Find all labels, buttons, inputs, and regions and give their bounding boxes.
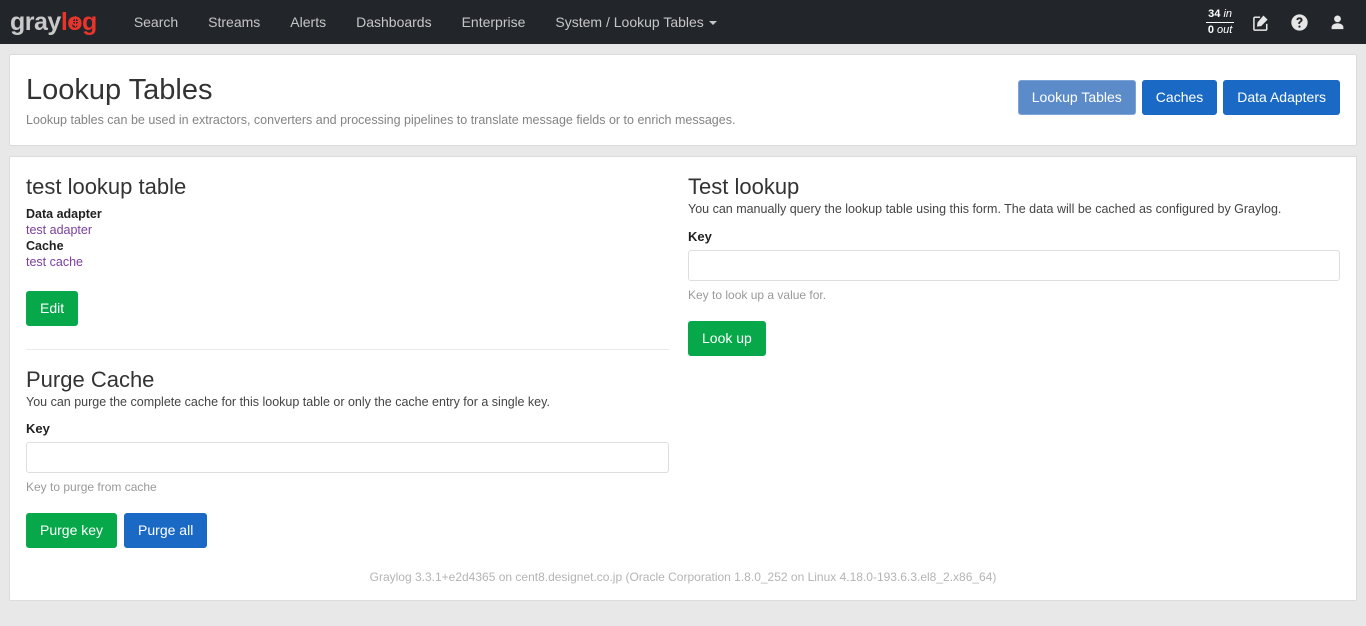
purge-cache-title: Purge Cache bbox=[26, 366, 155, 392]
nav-item-dashboards-label: Dashboards bbox=[356, 14, 432, 30]
throughput-in-unit: in bbox=[1223, 8, 1232, 21]
purge-key-label: Key bbox=[26, 421, 50, 437]
cache-link[interactable]: test cache bbox=[26, 255, 669, 271]
nav-item-alerts-label: Alerts bbox=[290, 14, 327, 30]
nav-item-enterprise-label: Enterprise bbox=[461, 14, 526, 30]
lookup-tables-button[interactable]: Lookup Tables bbox=[1017, 80, 1136, 115]
purge-button-row: Purge key Purge all bbox=[26, 513, 669, 549]
test-lookup-description: You can manually query the lookup table … bbox=[688, 202, 1282, 217]
graylog-logo[interactable]: gray log bbox=[10, 7, 98, 36]
test-lookup-key-help: Key to look up a value for. bbox=[688, 287, 827, 302]
nav-item-streams-label: Streams bbox=[208, 14, 261, 30]
lookup-table-meta: Data adapter test adapter Cache test cac… bbox=[26, 207, 669, 271]
chevron-down-icon bbox=[708, 21, 717, 26]
logo-text-log: log bbox=[61, 9, 98, 35]
throughput-out-value: 0 bbox=[1207, 24, 1214, 36]
page-header: Lookup Tables Lookup tables can be used … bbox=[10, 55, 1356, 145]
purge-cache-description: You can purge the complete cache for thi… bbox=[26, 394, 550, 409]
test-lookup-title: Test lookup bbox=[688, 173, 800, 199]
caches-button[interactable]: Caches bbox=[1141, 80, 1218, 115]
main-nav: Search Streams Alerts Dashboards Enterpr… bbox=[119, 0, 732, 44]
purge-key-help: Key to purge from cache bbox=[26, 480, 157, 495]
throughput-out: 0 out bbox=[1206, 23, 1234, 37]
logo-text-gray: gray bbox=[10, 7, 61, 36]
header-action-buttons: Lookup Tables Caches Data Adapters bbox=[1017, 80, 1340, 115]
main-content-panel: test lookup table Data adapter test adap… bbox=[9, 155, 1357, 602]
nav-item-system-dropdown[interactable]: System / Lookup Tables bbox=[540, 0, 731, 44]
left-column: test lookup table Data adapter test adap… bbox=[26, 173, 683, 549]
footer-version-text: Graylog 3.3.1+e2d4365 on cent8.designet.… bbox=[369, 570, 997, 585]
throughput-indicator[interactable]: 34 in 0 out bbox=[1206, 7, 1234, 36]
throughput-out-unit: out bbox=[1217, 24, 1233, 36]
purge-key-input[interactable] bbox=[26, 442, 669, 474]
purge-key-button[interactable]: Purge key bbox=[26, 513, 118, 549]
nav-item-dashboards[interactable]: Dashboards bbox=[341, 0, 447, 44]
edit-button[interactable]: Edit bbox=[26, 290, 79, 326]
purge-all-button[interactable]: Purge all bbox=[124, 513, 208, 549]
nav-item-search-label: Search bbox=[133, 14, 179, 30]
section-divider bbox=[26, 348, 669, 350]
test-lookup-key-label: Key bbox=[688, 228, 712, 244]
nav-item-search[interactable]: Search bbox=[119, 0, 193, 44]
throughput-in-value: 34 bbox=[1208, 8, 1221, 21]
edit-button-wrapper: Edit bbox=[26, 290, 669, 326]
test-lookup-key-input[interactable] bbox=[688, 249, 1340, 281]
page-header-panel: Lookup Tables Lookup tables can be used … bbox=[9, 54, 1357, 146]
nav-item-streams[interactable]: Streams bbox=[193, 0, 275, 44]
two-column-layout: test lookup table Data adapter test adap… bbox=[26, 173, 1340, 549]
edit-square-icon[interactable] bbox=[1250, 11, 1272, 33]
nav-item-system-label: System / Lookup Tables bbox=[555, 14, 704, 30]
top-navbar: gray log Search Streams Alerts Dashboard… bbox=[0, 0, 1366, 44]
lookup-table-name: test lookup table bbox=[26, 173, 187, 199]
throughput-in: 34 in bbox=[1206, 8, 1234, 23]
look-up-button[interactable]: Look up bbox=[688, 320, 766, 356]
help-circle-icon[interactable] bbox=[1288, 11, 1310, 33]
user-icon[interactable] bbox=[1326, 11, 1348, 33]
navbar-right-section: 34 in 0 out bbox=[1206, 7, 1354, 36]
page-container: Lookup Tables Lookup tables can be used … bbox=[0, 44, 1366, 602]
nav-item-enterprise[interactable]: Enterprise bbox=[447, 0, 541, 44]
lookup-button-row: Look up bbox=[688, 320, 1340, 356]
data-adapter-label: Data adapter bbox=[26, 207, 102, 222]
right-column: Test lookup You can manually query the l… bbox=[683, 173, 1340, 548]
cache-label: Cache bbox=[26, 239, 64, 254]
data-adapters-button[interactable]: Data Adapters bbox=[1223, 80, 1340, 115]
data-adapter-link[interactable]: test adapter bbox=[26, 223, 669, 239]
nav-item-alerts[interactable]: Alerts bbox=[275, 0, 341, 44]
crosshair-icon bbox=[69, 15, 81, 27]
